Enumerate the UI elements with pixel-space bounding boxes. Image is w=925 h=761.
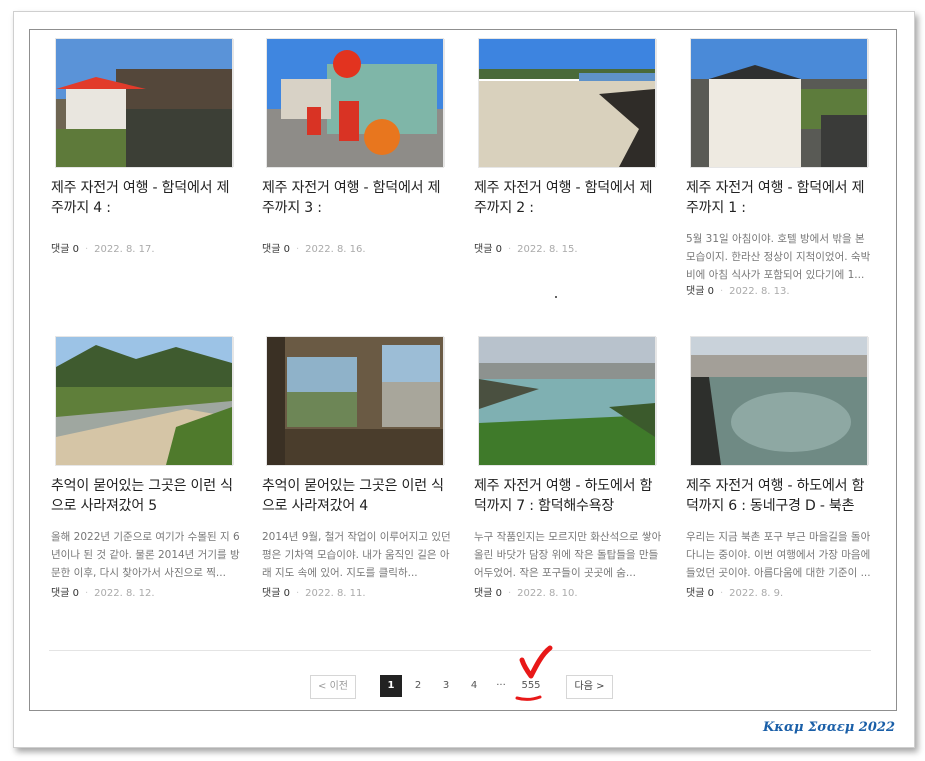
- pagination-divider: [49, 650, 871, 651]
- post-thumbnail[interactable]: [267, 39, 443, 167]
- comment-count[interactable]: 댓글 0: [686, 286, 714, 297]
- comment-count[interactable]: 댓글 0: [474, 588, 502, 599]
- post-card[interactable]: 추억이 묻어있는 그곳은 이런 식으로 사라져갔어 4 2014년 9월, 철거…: [262, 337, 452, 599]
- post-excerpt: 2014년 9월, 철거 작업이 이루어지고 있던 평은 기차역 모습이야. 내…: [262, 531, 451, 579]
- post-meta: 댓글 0 · 2022. 8. 9.: [686, 588, 784, 599]
- comment-count[interactable]: 댓글 0: [262, 588, 290, 599]
- post-date: 2022. 8. 13.: [729, 286, 790, 297]
- post-thumbnail[interactable]: [691, 39, 867, 167]
- post-title[interactable]: 제주 자전거 여행 - 함덕에서 제주까지 3 :: [262, 178, 452, 218]
- post-card[interactable]: 제주 자전거 여행 - 함덕에서 제주까지 3 : 댓글 0 · 2022. 8. …: [262, 39, 452, 255]
- post-card[interactable]: 제주 자전거 여행 - 함덕에서 제주까지 1 : 5월 31일 아침이야. 호…: [686, 39, 876, 297]
- post-card[interactable]: 제주 자전거 여행 - 함덕에서 제주까지 2 : 댓글 0 · 2022. 8. …: [474, 39, 664, 255]
- pagination-ellipsis: ···: [496, 680, 506, 691]
- post-date: 2022. 8. 12.: [94, 588, 155, 599]
- post-meta: 댓글 0 · 2022. 8. 15.: [474, 244, 578, 255]
- post-date: 2022. 8. 10.: [517, 588, 578, 599]
- page-3-link[interactable]: 3: [435, 675, 457, 697]
- post-meta: 댓글 0 · 2022. 8. 13.: [686, 286, 790, 297]
- page-2-link[interactable]: 2: [407, 675, 429, 697]
- post-card[interactable]: 제주 자전거 여행 - 함덕에서 제주까지 4 : 댓글 0 · 2022. 8. …: [51, 39, 241, 255]
- post-excerpt: 우리는 지금 북촌 포구 부근 마을길을 돌아다니는 중이야. 이번 여행에서 …: [686, 531, 871, 579]
- comment-count[interactable]: 댓글 0: [686, 588, 714, 599]
- post-thumbnail[interactable]: [479, 337, 655, 465]
- comment-count[interactable]: 댓글 0: [51, 588, 79, 599]
- page-4-link[interactable]: 4: [463, 675, 485, 697]
- post-meta: 댓글 0 · 2022. 8. 17.: [51, 244, 155, 255]
- post-title[interactable]: 제주 자전거 여행 - 함덕에서 제주까지 2 :: [474, 178, 664, 218]
- post-thumbnail[interactable]: [479, 39, 655, 167]
- comment-count[interactable]: 댓글 0: [262, 244, 290, 255]
- post-card[interactable]: 추억이 묻어있는 그곳은 이런 식으로 사라져갔어 5 올해 2022년 기준으…: [51, 337, 241, 599]
- post-thumbnail[interactable]: [267, 337, 443, 465]
- post-title[interactable]: 제주 자전거 여행 - 하도에서 함덕까지 7 : 함덕해수욕장: [474, 476, 664, 516]
- post-date: 2022. 8. 17.: [94, 244, 155, 255]
- stray-dot: [555, 296, 557, 298]
- post-title[interactable]: 제주 자전거 여행 - 함덕에서 제주까지 1 :: [686, 178, 876, 218]
- author-signature: Kκαμ Σσαεμ 2022: [763, 720, 895, 735]
- post-thumbnail[interactable]: [56, 337, 232, 465]
- post-title[interactable]: 추억이 묻어있는 그곳은 이런 식으로 사라져갔어 4: [262, 476, 452, 516]
- comment-count[interactable]: 댓글 0: [51, 244, 79, 255]
- post-thumbnail[interactable]: [691, 337, 867, 465]
- page-1-link[interactable]: 1: [380, 675, 402, 697]
- red-check-annotation: [515, 645, 553, 701]
- post-excerpt: 올해 2022년 기준으로 여기가 수몰된 지 6년이나 된 것 같아. 물론 …: [51, 531, 240, 579]
- post-meta: 댓글 0 · 2022. 8. 12.: [51, 588, 155, 599]
- post-excerpt: 5월 31일 아침이야. 호텔 방에서 밖을 본 모습이지. 한라산 정상이 지…: [686, 233, 871, 281]
- post-card[interactable]: 제주 자전거 여행 - 하도에서 함덕까지 7 : 함덕해수욕장 누구 작품인지…: [474, 337, 664, 599]
- post-date: 2022. 8. 16.: [305, 244, 366, 255]
- prev-page-button[interactable]: < 이전: [310, 675, 356, 699]
- post-meta: 댓글 0 · 2022. 8. 11.: [262, 588, 366, 599]
- post-title[interactable]: 제주 자전거 여행 - 함덕에서 제주까지 4 :: [51, 178, 241, 218]
- post-title[interactable]: 추억이 묻어있는 그곳은 이런 식으로 사라져갔어 5: [51, 476, 241, 516]
- post-meta: 댓글 0 · 2022. 8. 10.: [474, 588, 578, 599]
- post-date: 2022. 8. 15.: [517, 244, 578, 255]
- post-date: 2022. 8. 11.: [305, 588, 366, 599]
- next-page-button[interactable]: 다음 >: [566, 675, 613, 699]
- post-title[interactable]: 제주 자전거 여행 - 하도에서 함덕까지 6 : 동네구경 D - 북촌교..…: [686, 476, 876, 516]
- post-date: 2022. 8. 9.: [729, 588, 784, 599]
- post-meta: 댓글 0 · 2022. 8. 16.: [262, 244, 366, 255]
- comment-count[interactable]: 댓글 0: [474, 244, 502, 255]
- post-excerpt: 누구 작품인지는 모르지만 화산석으로 쌓아 올린 바닷가 담장 위에 작은 돌…: [474, 531, 662, 579]
- post-card[interactable]: 제주 자전거 여행 - 하도에서 함덕까지 6 : 동네구경 D - 북촌교..…: [686, 337, 876, 599]
- post-thumbnail[interactable]: [56, 39, 232, 167]
